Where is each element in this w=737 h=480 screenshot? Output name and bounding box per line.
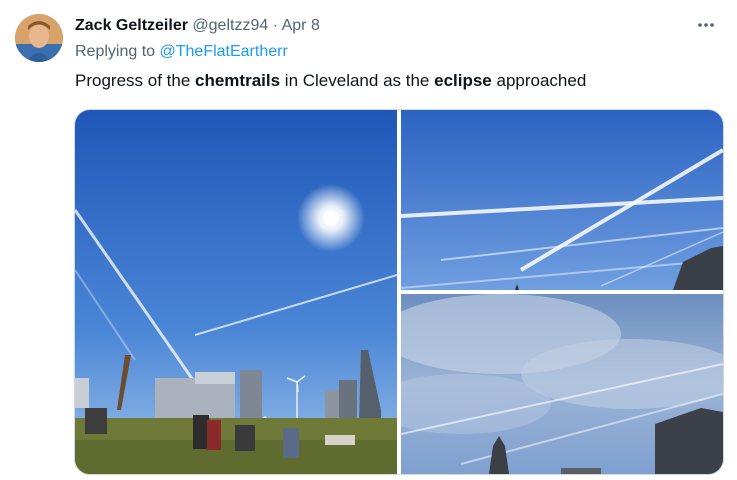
separator-dot: · [272, 17, 279, 34]
reply-mention-link[interactable]: @TheFlatEartherr [160, 43, 288, 60]
tweet-text-bold2: eclipse [434, 71, 492, 90]
tweet-text-bold1: chemtrails [195, 71, 281, 90]
author-name[interactable]: Zack Geltzeiler [75, 17, 188, 34]
avatar[interactable] [15, 14, 63, 62]
media-photo-3[interactable] [401, 294, 723, 474]
reply-context: Replying to @TheFlatEartherr [75, 42, 288, 62]
media-grid [74, 109, 724, 475]
tweet-text: Progress of the chemtrails in Cleveland … [75, 70, 586, 92]
tweet-date[interactable]: Apr 8 [282, 17, 320, 34]
tweet-text-part1: Progress of the [75, 71, 196, 90]
reply-prefix: Replying to [75, 43, 156, 60]
media-photo-2[interactable] [401, 110, 723, 290]
tweet-text-part2: in Cleveland as the [280, 71, 435, 90]
tweet-text-part3: approached [491, 71, 587, 90]
media-photo-1[interactable] [75, 110, 397, 474]
author-row: Zack Geltzeiler @geltzz94 · Apr 8 [75, 16, 320, 36]
more-horizontal-icon[interactable] [695, 14, 717, 36]
author-handle[interactable]: @geltzz94 [192, 17, 268, 34]
